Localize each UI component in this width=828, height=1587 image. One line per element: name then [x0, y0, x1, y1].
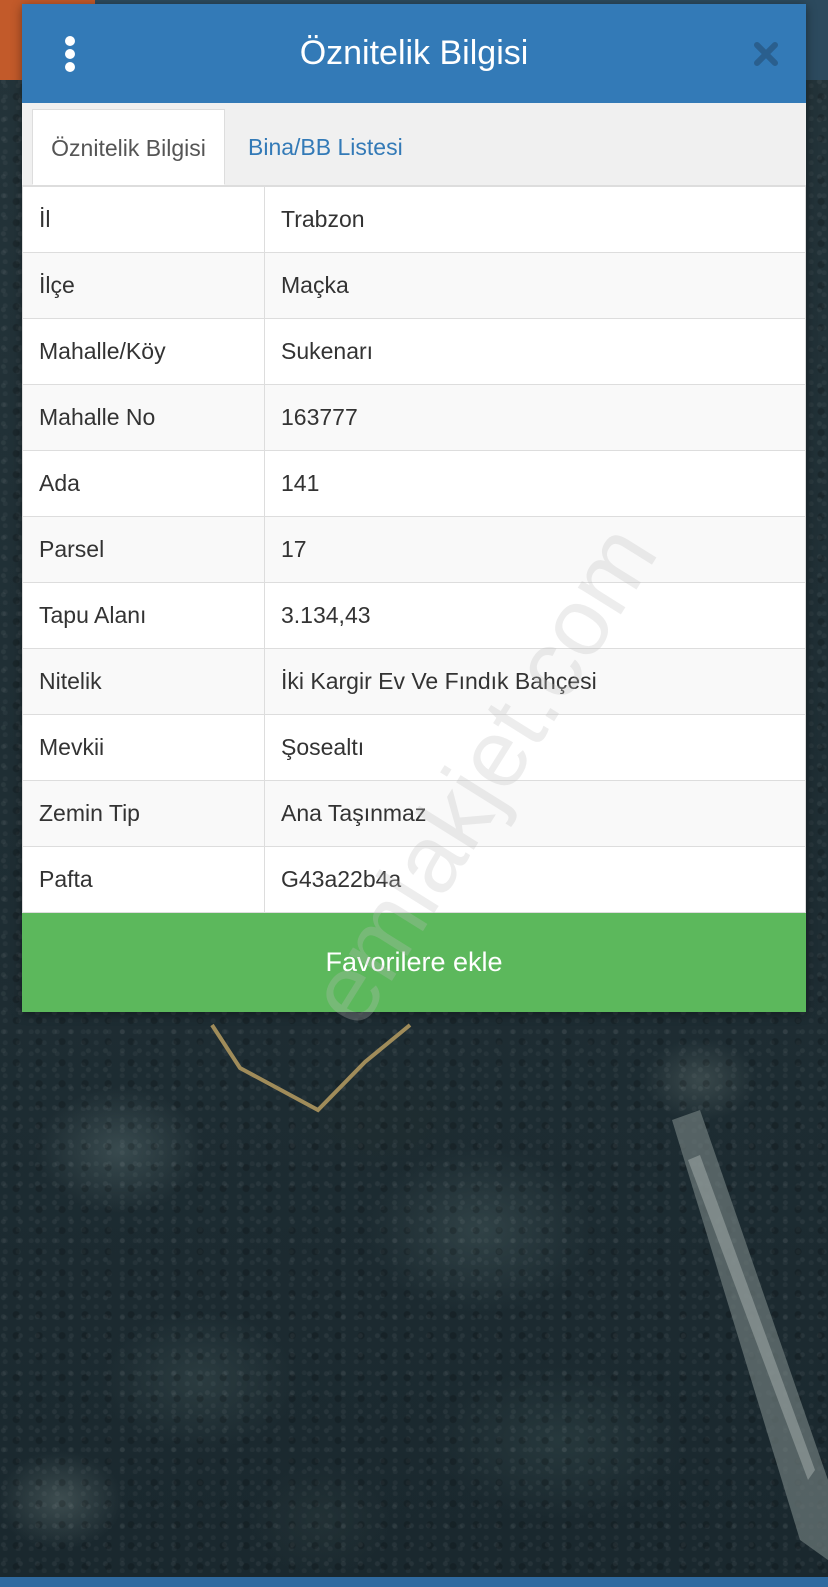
table-row: Tapu Alanı 3.134,43 [22, 582, 806, 649]
attribute-key: Parsel [22, 516, 265, 583]
attribute-value: 17 [264, 516, 806, 583]
attribute-value: Şosealtı [264, 714, 806, 781]
attribute-value: Ana Taşınmaz [264, 780, 806, 847]
dialog-header: Öznitelik Bilgisi [22, 4, 806, 103]
tab-bar: Öznitelik Bilgisi Bina/BB Listesi [22, 103, 806, 186]
attribute-key: Ada [22, 450, 265, 517]
table-row: Zemin Tip Ana Taşınmaz [22, 780, 806, 847]
attribute-value: İki Kargir Ev Ve Fındık Bahçesi [264, 648, 806, 715]
table-row: Mahalle No 163777 [22, 384, 806, 451]
table-row: Ada 141 [22, 450, 806, 517]
tab-building-list[interactable]: Bina/BB Listesi [248, 109, 448, 185]
attribute-value: Trabzon [264, 186, 806, 253]
attribute-table: İl Trabzon İlçe Maçka Mahalle/Köy Sukena… [22, 186, 806, 913]
attribute-key: Nitelik [22, 648, 265, 715]
attribute-value: G43a22b4a [264, 846, 806, 913]
attribute-value: Sukenarı [264, 318, 806, 385]
dialog-title: Öznitelik Bilgisi [299, 34, 529, 72]
attribute-key: Mahalle No [22, 384, 265, 451]
attribute-value: Maçka [264, 252, 806, 319]
map-bottom-strip [0, 1577, 828, 1587]
table-row: Pafta G43a22b4a [22, 846, 806, 913]
table-row: Mahalle/Köy Sukenarı [22, 318, 806, 385]
attribute-value: 141 [264, 450, 806, 517]
vertical-dots-icon[interactable] [60, 36, 80, 72]
attribute-key: Mevkii [22, 714, 265, 781]
parcel-outline [210, 1023, 412, 1113]
table-row: İl Trabzon [22, 186, 806, 253]
close-icon[interactable] [750, 38, 782, 70]
attribute-key: Tapu Alanı [22, 582, 265, 649]
attribute-value: 163777 [264, 384, 806, 451]
attribute-key: Zemin Tip [22, 780, 265, 847]
table-row: Nitelik İki Kargir Ev Ve Fındık Bahçesi [22, 648, 806, 715]
attribute-key: Pafta [22, 846, 265, 913]
road-highlight [688, 1155, 815, 1480]
tab-attribute-info[interactable]: Öznitelik Bilgisi [32, 109, 225, 185]
attribute-info-dialog: Öznitelik Bilgisi Öznitelik Bilgisi Bina… [22, 4, 806, 1012]
attribute-key: İlçe [22, 252, 265, 319]
attribute-key: İl [22, 186, 265, 253]
table-row: Parsel 17 [22, 516, 806, 583]
attribute-key: Mahalle/Köy [22, 318, 265, 385]
table-row: İlçe Maçka [22, 252, 806, 319]
attribute-value: 3.134,43 [264, 582, 806, 649]
add-to-favorites-button[interactable]: Favorilere ekle [22, 913, 806, 1012]
table-row: Mevkii Şosealtı [22, 714, 806, 781]
